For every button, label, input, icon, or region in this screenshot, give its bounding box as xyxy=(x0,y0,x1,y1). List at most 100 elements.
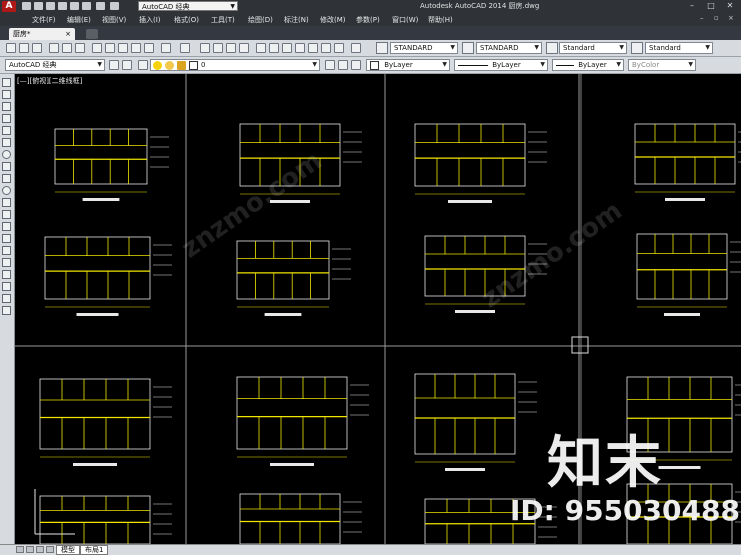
menu-modify[interactable]: 修改(M) xyxy=(320,15,346,25)
gradient-icon[interactable] xyxy=(2,258,11,267)
menu-file[interactable]: 文件(F) xyxy=(32,15,56,25)
close-tab-icon[interactable]: × xyxy=(65,28,71,40)
dim-style-manager-icon[interactable] xyxy=(462,42,474,54)
menu-parameters[interactable]: 参数(P) xyxy=(356,15,380,25)
quickcalc-icon[interactable] xyxy=(321,43,331,53)
multileader-style-select[interactable]: Standard ▼ xyxy=(645,42,713,54)
circle-icon[interactable] xyxy=(2,150,11,159)
layer-properties-icon[interactable] xyxy=(138,60,148,70)
plotstyle-select[interactable]: ByColor ▼ xyxy=(628,59,696,71)
doc-minimize-icon[interactable]: – xyxy=(700,14,704,22)
menu-help[interactable]: 帮助(H) xyxy=(428,15,453,25)
spline-icon[interactable] xyxy=(2,174,11,183)
zoom-previous-icon[interactable] xyxy=(239,43,249,53)
table-icon[interactable] xyxy=(2,282,11,291)
make-block-icon[interactable] xyxy=(2,222,11,231)
dim-style-select[interactable]: STANDARD ▼ xyxy=(476,42,542,54)
sheet-set-icon[interactable] xyxy=(295,43,305,53)
color-select[interactable]: ByLayer ▼ xyxy=(366,59,450,71)
cut-icon[interactable] xyxy=(92,43,102,53)
add-selected-icon[interactable] xyxy=(2,306,11,315)
block-editor-icon[interactable] xyxy=(144,43,154,53)
zoom-window-icon[interactable] xyxy=(226,43,236,53)
redo-icon[interactable] xyxy=(180,43,190,53)
multiline-text-icon[interactable] xyxy=(2,294,11,303)
revision-cloud-icon[interactable] xyxy=(2,162,11,171)
text-style-select[interactable]: STANDARD ▼ xyxy=(390,42,458,54)
linetype-select[interactable]: ByLayer ▼ xyxy=(454,59,548,71)
publish-icon[interactable] xyxy=(75,43,85,53)
new-file-icon[interactable] xyxy=(22,2,31,10)
workspace-settings-icon[interactable] xyxy=(109,60,119,70)
first-tab-icon[interactable] xyxy=(16,546,24,553)
design-center-icon[interactable] xyxy=(269,43,279,53)
plot-icon[interactable] xyxy=(49,43,59,53)
print-icon[interactable] xyxy=(82,2,91,10)
minimize-button[interactable]: – xyxy=(683,1,701,11)
close-button[interactable]: ✕ xyxy=(721,1,739,11)
paste-icon[interactable] xyxy=(118,43,128,53)
insert-block-icon[interactable] xyxy=(2,210,11,219)
ellipse-arc-icon[interactable] xyxy=(2,198,11,207)
layer-select[interactable]: 0 ▼ xyxy=(150,59,320,71)
doc-close-icon[interactable]: × xyxy=(728,14,734,22)
new-tab-button[interactable] xyxy=(86,29,98,39)
menu-edit[interactable]: 编辑(E) xyxy=(67,15,91,25)
menu-dimension[interactable]: 标注(N) xyxy=(284,15,309,25)
file-tab[interactable]: 厨房* × xyxy=(9,28,75,40)
save-icon[interactable] xyxy=(46,2,55,10)
customize-icon[interactable] xyxy=(122,60,132,70)
doc-restore-icon[interactable]: ▫ xyxy=(714,14,719,22)
workspace-toolbar-select[interactable]: AutoCAD 经典 ▼ xyxy=(5,59,105,71)
save-icon[interactable] xyxy=(32,43,42,53)
menu-format[interactable]: 格式(O) xyxy=(174,15,199,25)
region-icon[interactable] xyxy=(2,270,11,279)
undo-icon[interactable] xyxy=(96,2,105,10)
construction-line-icon[interactable] xyxy=(2,90,11,99)
polygon-icon[interactable] xyxy=(2,114,11,123)
menu-insert[interactable]: 插入(I) xyxy=(139,15,161,25)
arc-icon[interactable] xyxy=(2,138,11,147)
make-current-icon[interactable] xyxy=(325,60,335,70)
hatch-icon[interactable] xyxy=(2,246,11,255)
copy-icon[interactable] xyxy=(105,43,115,53)
layer-previous-icon[interactable] xyxy=(338,60,348,70)
menu-view[interactable]: 视图(V) xyxy=(102,15,126,25)
zoom-realtime-icon[interactable] xyxy=(213,43,223,53)
pan-icon[interactable] xyxy=(200,43,210,53)
menu-window[interactable]: 窗口(W) xyxy=(392,15,418,25)
rectangle-icon[interactable] xyxy=(2,126,11,135)
next-tab-icon[interactable] xyxy=(36,546,44,553)
line-icon[interactable] xyxy=(2,78,11,87)
viewport-label[interactable]: [—][俯视][二维线框] xyxy=(17,76,82,86)
point-icon[interactable] xyxy=(2,234,11,243)
maximize-button[interactable]: □ xyxy=(702,1,720,11)
plot-preview-icon[interactable] xyxy=(62,43,72,53)
open-icon[interactable] xyxy=(19,43,29,53)
save-as-icon[interactable] xyxy=(58,2,67,10)
multileader-style-icon[interactable] xyxy=(631,42,643,54)
polyline-icon[interactable] xyxy=(2,102,11,111)
table-style-manager-icon[interactable] xyxy=(546,42,558,54)
workspace-select[interactable]: AutoCAD 经典 ▼ xyxy=(138,1,238,11)
new-icon[interactable] xyxy=(6,43,16,53)
undo-icon[interactable] xyxy=(161,43,171,53)
ellipse-icon[interactable] xyxy=(2,186,11,195)
tool-palettes-icon[interactable] xyxy=(282,43,292,53)
plot-icon[interactable] xyxy=(70,2,79,10)
autocad-logo-icon[interactable]: A xyxy=(2,1,16,12)
text-style-icon[interactable] xyxy=(351,43,361,53)
prev-tab-icon[interactable] xyxy=(26,546,34,553)
open-file-icon[interactable] xyxy=(34,2,43,10)
lineweight-select[interactable]: ByLayer ▼ xyxy=(552,59,624,71)
match-properties-icon[interactable] xyxy=(131,43,141,53)
redo-icon[interactable] xyxy=(110,2,119,10)
text-style-manager-icon[interactable] xyxy=(376,42,388,54)
menu-tools[interactable]: 工具(T) xyxy=(211,15,235,25)
last-tab-icon[interactable] xyxy=(46,546,54,553)
table-style-select[interactable]: Standard ▼ xyxy=(559,42,627,54)
markup-icon[interactable] xyxy=(308,43,318,53)
properties-icon[interactable] xyxy=(256,43,266,53)
help-icon[interactable] xyxy=(334,43,344,53)
menu-draw[interactable]: 绘图(D) xyxy=(248,15,273,25)
